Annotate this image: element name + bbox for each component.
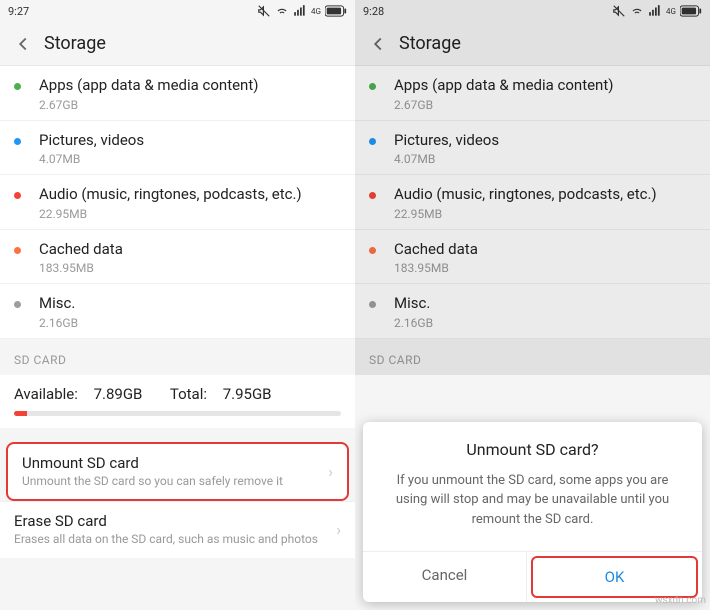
item-size: 22.95MB [39,207,341,221]
item-size: 2.16GB [39,316,341,330]
dot-icon [369,83,376,90]
ok-button[interactable]: OK [531,556,698,598]
dot-icon [14,138,21,145]
battery-icon [325,5,347,17]
item-title: Audio (music, ringtones, podcasts, etc.) [394,185,696,205]
item-title: Misc. [394,294,696,314]
screenshot-right: 9:28 4G Storage Apps (app data & media c… [355,0,710,610]
mute-icon [612,4,626,18]
sd-total-label: Total: [170,385,207,403]
list-item[interactable]: Pictures, videos4.07MB [0,121,355,176]
chevron-right-icon: › [328,462,333,481]
dot-icon [14,83,21,90]
battery-icon [680,5,702,17]
list-item: Apps (app data & media content) 2.67GB [355,66,710,121]
status-bar: 9:27 4G [0,0,355,22]
item-title: Audio (music, ringtones, podcasts, etc.) [39,185,341,205]
list-item[interactable]: Cached data183.95MB [0,230,355,285]
dot-icon [369,192,376,199]
item-size: 4.07MB [394,152,696,166]
section-header-sd: SD CARD [0,339,355,375]
status-icons: 4G [612,4,702,18]
cancel-button[interactable]: Cancel [363,552,527,602]
dialog-body: If you unmount the SD card, some apps yo… [363,465,702,552]
dot-icon [14,301,21,308]
status-time: 9:27 [8,5,29,18]
option-title: Unmount SD card [22,454,328,472]
item-size: 183.95MB [394,261,696,275]
status-bar: 9:28 4G [355,0,710,22]
item-title: Pictures, videos [39,131,341,151]
watermark: wsxdn.com [655,595,706,606]
item-title: Apps (app data & media content) [394,76,696,96]
sd-info: Available: 7.89GB Total: 7.95GB [0,375,355,428]
item-size: 22.95MB [394,207,696,221]
network-badge: 4G [666,7,676,16]
item-title: Misc. [39,294,341,314]
item-title: Cached data [394,240,696,260]
sd-available-value: 7.89GB [94,385,143,403]
page-title: Storage [399,33,461,54]
item-title: Cached data [39,240,341,260]
dot-icon [369,247,376,254]
list-item[interactable]: Audio (music, ringtones, podcasts, etc.)… [0,175,355,230]
status-icons: 4G [257,4,347,18]
dialog-title: Unmount SD card? [363,422,702,465]
sd-available-label: Available: [14,385,78,403]
item-size: 4.07MB [39,152,341,166]
unmount-sd-option[interactable]: Unmount SD card Unmount the SD card so y… [6,442,349,502]
dot-icon [369,301,376,308]
item-title: Apps (app data & media content) [39,76,341,96]
dot-icon [14,247,21,254]
sd-total-value: 7.95GB [223,385,272,403]
back-icon[interactable] [12,33,34,55]
list-item: Misc. 2.16GB [355,284,710,339]
network-badge: 4G [311,7,321,16]
item-size: 183.95MB [39,261,341,275]
storage-list: Apps (app data & media content) 2.67GB Pi… [355,66,710,339]
list-item: Cached data183.95MB [355,230,710,285]
option-title: Erase SD card [14,512,336,530]
wifi-icon [630,4,644,18]
dot-icon [14,192,21,199]
list-item: Pictures, videos4.07MB [355,121,710,176]
dialog-actions: Cancel OK [363,551,702,602]
option-sub: Unmount the SD card so you can safely re… [22,474,328,490]
back-icon[interactable] [367,33,389,55]
sd-usage-bar [14,411,341,416]
storage-list: Apps (app data & media content) 2.67GB Pi… [0,66,355,339]
unmount-dialog: Unmount SD card? If you unmount the SD c… [363,422,702,603]
status-time: 9:28 [363,5,384,18]
option-sub: Erases all data on the SD card, such as … [14,532,336,548]
mute-icon [257,4,271,18]
header: Storage [355,22,710,66]
erase-sd-option[interactable]: Erase SD card Erases all data on the SD … [0,501,355,558]
dot-icon [369,138,376,145]
item-title: Pictures, videos [394,131,696,151]
list-item[interactable]: Apps (app data & media content) 2.67GB [0,66,355,121]
item-size: 2.67GB [394,98,696,112]
signal-icon [293,4,307,18]
chevron-right-icon: › [336,520,341,539]
screenshot-left: 9:27 4G Storage Apps (app data & media c… [0,0,355,610]
item-size: 2.67GB [39,98,341,112]
list-item: Audio (music, ringtones, podcasts, etc.)… [355,175,710,230]
signal-icon [648,4,662,18]
header: Storage [0,22,355,66]
wifi-icon [275,4,289,18]
section-header-sd: SD CARD [355,339,710,375]
page-title: Storage [44,33,106,54]
item-size: 2.16GB [394,316,696,330]
list-item[interactable]: Misc. 2.16GB [0,284,355,339]
